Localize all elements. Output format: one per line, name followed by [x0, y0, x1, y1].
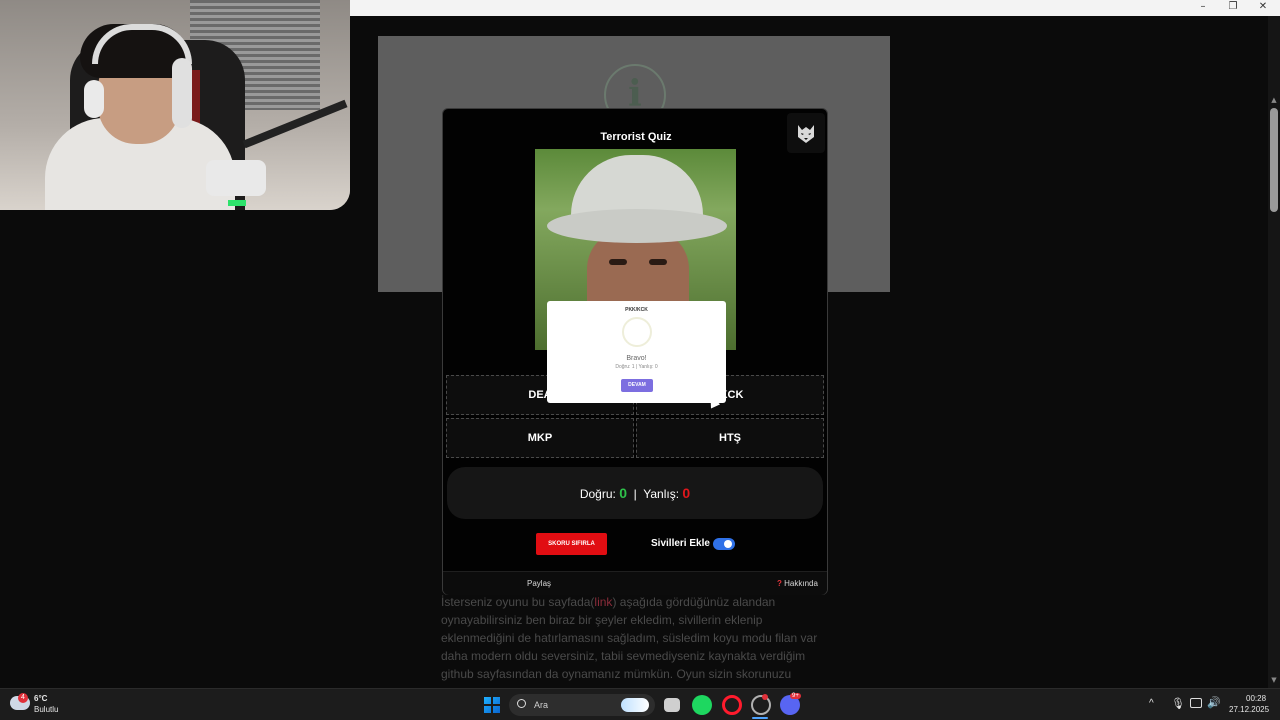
volume-icon[interactable]: 🔊	[1207, 696, 1221, 709]
wolf-icon	[798, 125, 814, 143]
search-highlight-icon	[621, 698, 649, 712]
weather-badge: 4	[18, 693, 28, 703]
weather-temp: 6°C	[34, 694, 48, 703]
weather-desc: Bulutlu	[34, 705, 59, 714]
share-link[interactable]: Paylaş	[527, 579, 551, 588]
photo-eye-left	[609, 259, 627, 265]
article-line: oynayabilirsiniz ben biraz bir şeyler ek…	[441, 613, 763, 627]
headphones-right	[172, 58, 192, 128]
taskbar-search[interactable]: Ara	[509, 694, 655, 716]
quiz-title: Terrorist Quiz	[600, 131, 672, 143]
wolf-button[interactable]	[787, 113, 825, 153]
civilians-toggle[interactable]	[713, 538, 735, 550]
correct-label: Doğru:	[579, 487, 616, 501]
card-footer: Paylaş ? Hakkında	[443, 571, 827, 595]
microphone-icon[interactable]: 🎙	[1171, 697, 1185, 710]
scroll-up-icon[interactable]: ▲	[1268, 96, 1280, 106]
scroll-down-icon[interactable]: ▼	[1268, 676, 1280, 686]
article-prefix: İsterseniz oyunu bu sayfada(	[441, 595, 595, 609]
answer-button-hts[interactable]: HTŞ	[636, 418, 824, 458]
webcam-overlay	[0, 0, 350, 210]
article-line: eklenmediğini de hatırlamasını sağladım,…	[441, 631, 818, 645]
popup-check-icon	[622, 317, 652, 347]
toggle-knob	[724, 540, 732, 548]
close-button[interactable]: ✕	[1248, 0, 1278, 14]
search-icon	[517, 699, 526, 708]
opera-gx-icon[interactable]	[751, 695, 771, 715]
network-icon[interactable]	[1190, 698, 1202, 708]
article-line-0: ) aşağıda gördüğünüz alandan	[612, 595, 776, 609]
opera-icon[interactable]	[722, 695, 742, 715]
clock-time[interactable]: 00:28	[1246, 694, 1266, 703]
answer-button-mkp[interactable]: MKP	[446, 418, 634, 458]
file-explorer-icon[interactable]	[664, 698, 680, 712]
article-line: github sayfasından da oynamanız mümkün. …	[441, 667, 792, 681]
photo-hat-brim	[547, 209, 727, 243]
correct-count: 0	[619, 485, 627, 501]
result-popup: PKK/KCK Bravo! Doğru: 1 | Yanlış: 0 DEVA…	[547, 301, 726, 403]
restore-button[interactable]: ❐	[1218, 0, 1248, 14]
opera-gx-badge-icon	[762, 694, 768, 700]
popup-title: PKK/KCK	[625, 307, 648, 313]
about-label: Hakkında	[784, 579, 818, 588]
quiz-card: Terrorist Quiz DEA /KCK MKP HTŞ PKK/KCK …	[442, 108, 828, 595]
score-separator: |	[633, 487, 637, 501]
score-box: Doğru: 0 | Yanlış: 0	[447, 467, 823, 519]
question-icon: ?	[777, 579, 782, 588]
windows-start-icon[interactable]	[484, 697, 500, 713]
taskbar: 4 6°C Bulutlu Ara 9+ ^ 🎙 🔊 00:28 27.12.2…	[0, 688, 1280, 720]
scrollbar-thumb[interactable]	[1270, 108, 1278, 212]
article-link[interactable]: link	[594, 595, 612, 609]
article-line: İsterseniz oyunu bu sayfada(link) aşağıd…	[441, 593, 831, 611]
active-app-indicator	[752, 717, 768, 719]
reset-score-button[interactable]: SKORU SIFIRLA	[536, 533, 607, 555]
article-text: İsterseniz oyunu bu sayfada(link) aşağıd…	[441, 593, 831, 683]
headphones-left	[84, 80, 104, 118]
search-placeholder: Ara	[534, 700, 549, 710]
minimize-button[interactable]: –	[1188, 0, 1218, 14]
microphone	[206, 160, 266, 196]
mic-led	[228, 200, 246, 206]
popup-score: Doğru: 1 | Yanlış: 0	[615, 364, 658, 370]
article-line: daha modern oldu seversiniz, tabii sevme…	[441, 649, 806, 663]
wrong-label: Yanlış:	[643, 487, 680, 501]
civilians-label: Sivilleri Ekle	[651, 538, 710, 549]
about-link[interactable]: ? Hakkında	[777, 579, 818, 588]
continue-button[interactable]: DEVAM	[621, 379, 653, 392]
popup-message: Bravo!	[626, 355, 647, 362]
clock-date[interactable]: 27.12.2025	[1229, 705, 1269, 714]
spotify-icon[interactable]	[692, 695, 712, 715]
photo-eye-right	[649, 259, 667, 265]
wrong-count: 0	[682, 485, 691, 501]
tray-chevron-icon[interactable]: ^	[1149, 698, 1154, 709]
discord-badge: 9+	[790, 693, 801, 699]
